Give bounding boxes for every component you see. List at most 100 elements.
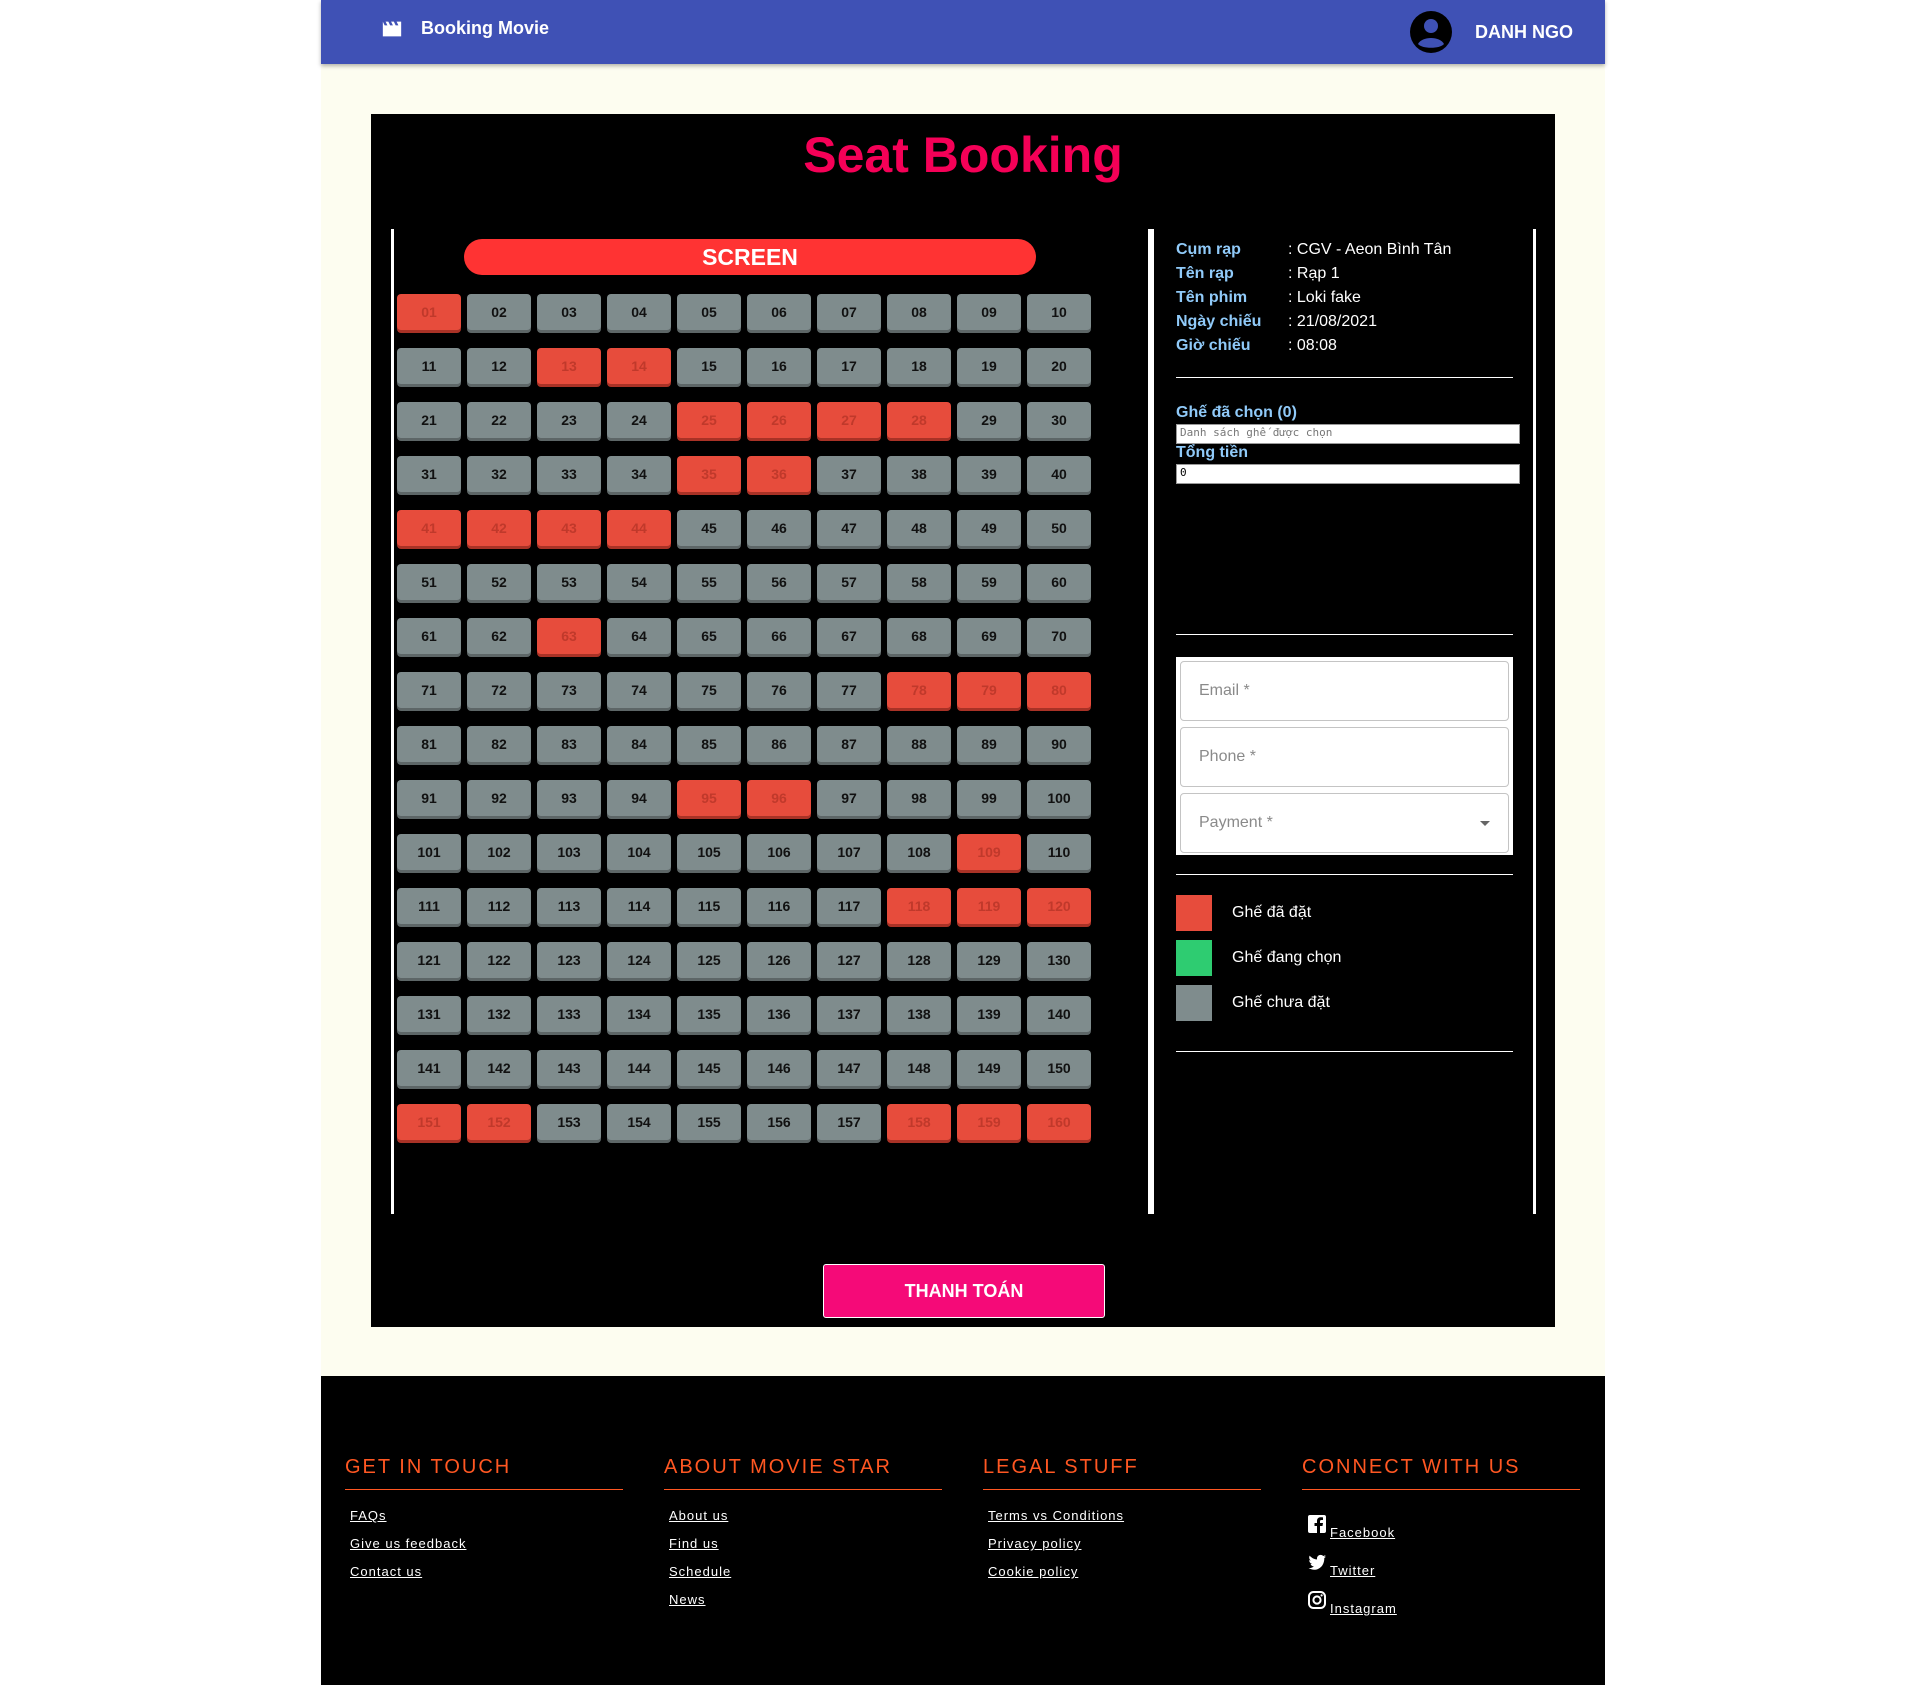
seat-button[interactable]: 01 xyxy=(397,294,461,330)
seat-button[interactable]: 127 xyxy=(817,942,881,978)
footer-link-cookie[interactable]: Cookie policy xyxy=(988,1558,1261,1586)
seat-button[interactable]: 74 xyxy=(607,672,671,708)
seat-button[interactable]: 34 xyxy=(607,456,671,492)
seat-button[interactable]: 145 xyxy=(677,1050,741,1086)
payment-select[interactable]: Payment * xyxy=(1180,793,1509,853)
footer-link-find-us[interactable]: Find us xyxy=(669,1530,942,1558)
seat-button[interactable]: 154 xyxy=(607,1104,671,1140)
seat-button[interactable]: 90 xyxy=(1027,726,1091,762)
seat-button[interactable]: 98 xyxy=(887,780,951,816)
seat-button[interactable]: 157 xyxy=(817,1104,881,1140)
seat-button[interactable]: 21 xyxy=(397,402,461,438)
seat-button[interactable]: 91 xyxy=(397,780,461,816)
selected-seats-field[interactable]: Danh sách ghế được chọn xyxy=(1176,424,1520,444)
seat-button[interactable]: 113 xyxy=(537,888,601,924)
seat-button[interactable]: 14 xyxy=(607,348,671,384)
seat-button[interactable]: 02 xyxy=(467,294,531,330)
seat-button[interactable]: 19 xyxy=(957,348,1021,384)
seat-button[interactable]: 11 xyxy=(397,348,461,384)
footer-link-terms[interactable]: Terms vs Conditions xyxy=(988,1502,1261,1530)
seat-button[interactable]: 82 xyxy=(467,726,531,762)
seat-button[interactable]: 141 xyxy=(397,1050,461,1086)
seat-button[interactable]: 126 xyxy=(747,942,811,978)
seat-button[interactable]: 32 xyxy=(467,456,531,492)
seat-button[interactable]: 16 xyxy=(747,348,811,384)
seat-button[interactable]: 152 xyxy=(467,1104,531,1140)
seat-button[interactable]: 135 xyxy=(677,996,741,1032)
seat-button[interactable]: 78 xyxy=(887,672,951,708)
seat-button[interactable]: 86 xyxy=(747,726,811,762)
footer-link-feedback[interactable]: Give us feedback xyxy=(350,1530,623,1558)
seat-button[interactable]: 128 xyxy=(887,942,951,978)
account-circle-icon[interactable] xyxy=(1409,10,1453,54)
seat-button[interactable]: 33 xyxy=(537,456,601,492)
seat-button[interactable]: 36 xyxy=(747,456,811,492)
seat-button[interactable]: 48 xyxy=(887,510,951,546)
seat-button[interactable]: 43 xyxy=(537,510,601,546)
seat-button[interactable]: 148 xyxy=(887,1050,951,1086)
total-price-field[interactable]: 0 xyxy=(1176,464,1520,484)
seat-button[interactable]: 67 xyxy=(817,618,881,654)
seat-button[interactable]: 156 xyxy=(747,1104,811,1140)
seat-button[interactable]: 30 xyxy=(1027,402,1091,438)
seat-button[interactable]: 69 xyxy=(957,618,1021,654)
seat-button[interactable]: 38 xyxy=(887,456,951,492)
seat-button[interactable]: 63 xyxy=(537,618,601,654)
seat-button[interactable]: 151 xyxy=(397,1104,461,1140)
seat-button[interactable]: 46 xyxy=(747,510,811,546)
seat-button[interactable]: 03 xyxy=(537,294,601,330)
seat-button[interactable]: 51 xyxy=(397,564,461,600)
seat-button[interactable]: 92 xyxy=(467,780,531,816)
seat-button[interactable]: 57 xyxy=(817,564,881,600)
seat-button[interactable]: 89 xyxy=(957,726,1021,762)
brand[interactable]: Booking Movie xyxy=(381,18,549,39)
seat-button[interactable]: 116 xyxy=(747,888,811,924)
footer-link-faqs[interactable]: FAQs xyxy=(350,1502,623,1530)
seat-button[interactable]: 109 xyxy=(957,834,1021,870)
seat-button[interactable]: 95 xyxy=(677,780,741,816)
seat-button[interactable]: 146 xyxy=(747,1050,811,1086)
seat-button[interactable]: 59 xyxy=(957,564,1021,600)
seat-button[interactable]: 49 xyxy=(957,510,1021,546)
seat-button[interactable]: 153 xyxy=(537,1104,601,1140)
seat-button[interactable]: 134 xyxy=(607,996,671,1032)
footer-link-about[interactable]: About us xyxy=(669,1502,942,1530)
seat-button[interactable]: 155 xyxy=(677,1104,741,1140)
seat-button[interactable]: 08 xyxy=(887,294,951,330)
seat-button[interactable]: 131 xyxy=(397,996,461,1032)
seat-button[interactable]: 40 xyxy=(1027,456,1091,492)
seat-button[interactable]: 133 xyxy=(537,996,601,1032)
seat-button[interactable]: 22 xyxy=(467,402,531,438)
seat-button[interactable]: 39 xyxy=(957,456,1021,492)
seat-button[interactable]: 119 xyxy=(957,888,1021,924)
seat-button[interactable]: 42 xyxy=(467,510,531,546)
seat-button[interactable]: 26 xyxy=(747,402,811,438)
seat-button[interactable]: 60 xyxy=(1027,564,1091,600)
footer-link-twitter[interactable]: Twitter xyxy=(1307,1540,1580,1578)
seat-button[interactable]: 87 xyxy=(817,726,881,762)
seat-button[interactable]: 29 xyxy=(957,402,1021,438)
seat-button[interactable]: 24 xyxy=(607,402,671,438)
seat-button[interactable]: 138 xyxy=(887,996,951,1032)
seat-button[interactable]: 41 xyxy=(397,510,461,546)
seat-button[interactable]: 15 xyxy=(677,348,741,384)
seat-button[interactable]: 94 xyxy=(607,780,671,816)
seat-button[interactable]: 20 xyxy=(1027,348,1091,384)
seat-button[interactable]: 71 xyxy=(397,672,461,708)
seat-button[interactable]: 137 xyxy=(817,996,881,1032)
seat-button[interactable]: 09 xyxy=(957,294,1021,330)
seat-button[interactable]: 108 xyxy=(887,834,951,870)
seat-button[interactable]: 56 xyxy=(747,564,811,600)
seat-button[interactable]: 158 xyxy=(887,1104,951,1140)
seat-button[interactable]: 132 xyxy=(467,996,531,1032)
footer-link-news[interactable]: News xyxy=(669,1586,942,1614)
seat-button[interactable]: 44 xyxy=(607,510,671,546)
seat-button[interactable]: 160 xyxy=(1027,1104,1091,1140)
seat-button[interactable]: 100 xyxy=(1027,780,1091,816)
seat-button[interactable]: 85 xyxy=(677,726,741,762)
seat-button[interactable]: 18 xyxy=(887,348,951,384)
seat-button[interactable]: 88 xyxy=(887,726,951,762)
seat-button[interactable]: 96 xyxy=(747,780,811,816)
email-field[interactable]: Email * xyxy=(1180,661,1509,721)
seat-button[interactable]: 37 xyxy=(817,456,881,492)
